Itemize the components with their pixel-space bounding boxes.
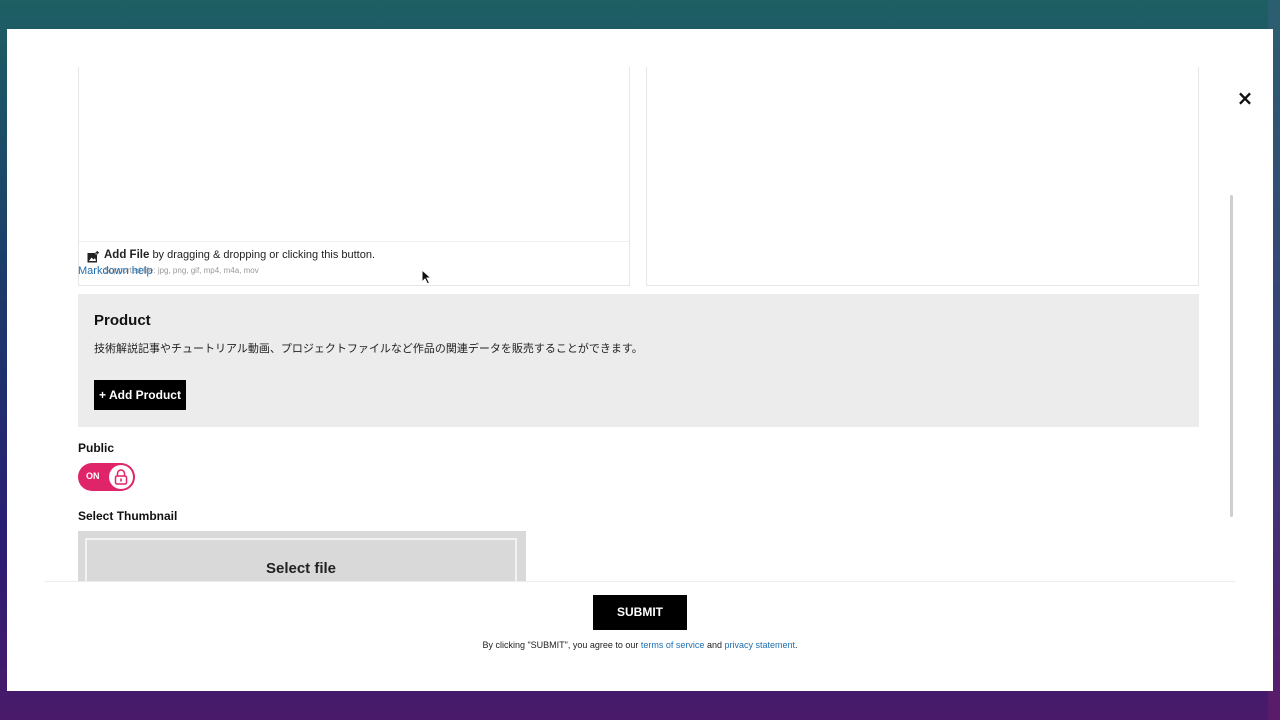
submit-button[interactable]: SUBMIT <box>593 595 687 630</box>
product-description: 技術解説記事やチュートリアル動画、プロジェクトファイルなど作品の関連データを販売… <box>94 343 643 355</box>
add-file-bar[interactable]: Add File by dragging & dropping or click… <box>79 241 629 285</box>
product-title: Product <box>94 312 151 329</box>
toggle-knob <box>109 465 133 489</box>
agree-prefix: By clicking "SUBMIT", you agree to our <box>482 640 641 650</box>
public-label: Public <box>78 441 115 455</box>
lock-open-icon <box>114 469 128 485</box>
mouse-cursor-icon <box>421 269 433 285</box>
add-product-button[interactable]: + Add Product <box>94 380 186 410</box>
scrollbar[interactable] <box>1230 195 1233 517</box>
markdown-help-link[interactable]: Markdown help <box>78 265 153 277</box>
select-file-button[interactable]: Select file <box>85 538 517 582</box>
add-file-label[interactable]: Add File <box>104 249 149 261</box>
submit-modal: × Add File by dragging & dropping or cli… <box>7 29 1273 691</box>
markdown-editor[interactable]: Add File by dragging & dropping or click… <box>78 67 630 286</box>
footer-divider <box>45 581 1235 582</box>
agree-suffix: . <box>795 640 798 650</box>
thumbnail-label: Select Thumbnail <box>78 509 178 523</box>
modal-scroll-area[interactable]: Add File by dragging & dropping or click… <box>7 29 1273 582</box>
select-file-label: Select file <box>265 560 337 577</box>
product-section: Product 技術解説記事やチュートリアル動画、プロジェクトファイルなど作品の… <box>78 294 1199 427</box>
image-add-icon <box>87 251 99 263</box>
privacy-link[interactable]: privacy statement <box>724 640 795 650</box>
thumbnail-dropzone: Select file <box>78 531 526 582</box>
agree-and: and <box>704 640 725 650</box>
toggle-state-text: ON <box>86 471 100 481</box>
add-file-text: Add File by dragging & dropping or click… <box>104 249 375 261</box>
add-file-hint: by dragging & dropping or clicking this … <box>152 249 376 261</box>
terms-agreement: By clicking "SUBMIT", you agree to our t… <box>7 640 1273 650</box>
markdown-preview <box>646 67 1199 286</box>
public-toggle[interactable]: ON <box>78 463 135 491</box>
terms-link[interactable]: terms of service <box>641 640 705 650</box>
